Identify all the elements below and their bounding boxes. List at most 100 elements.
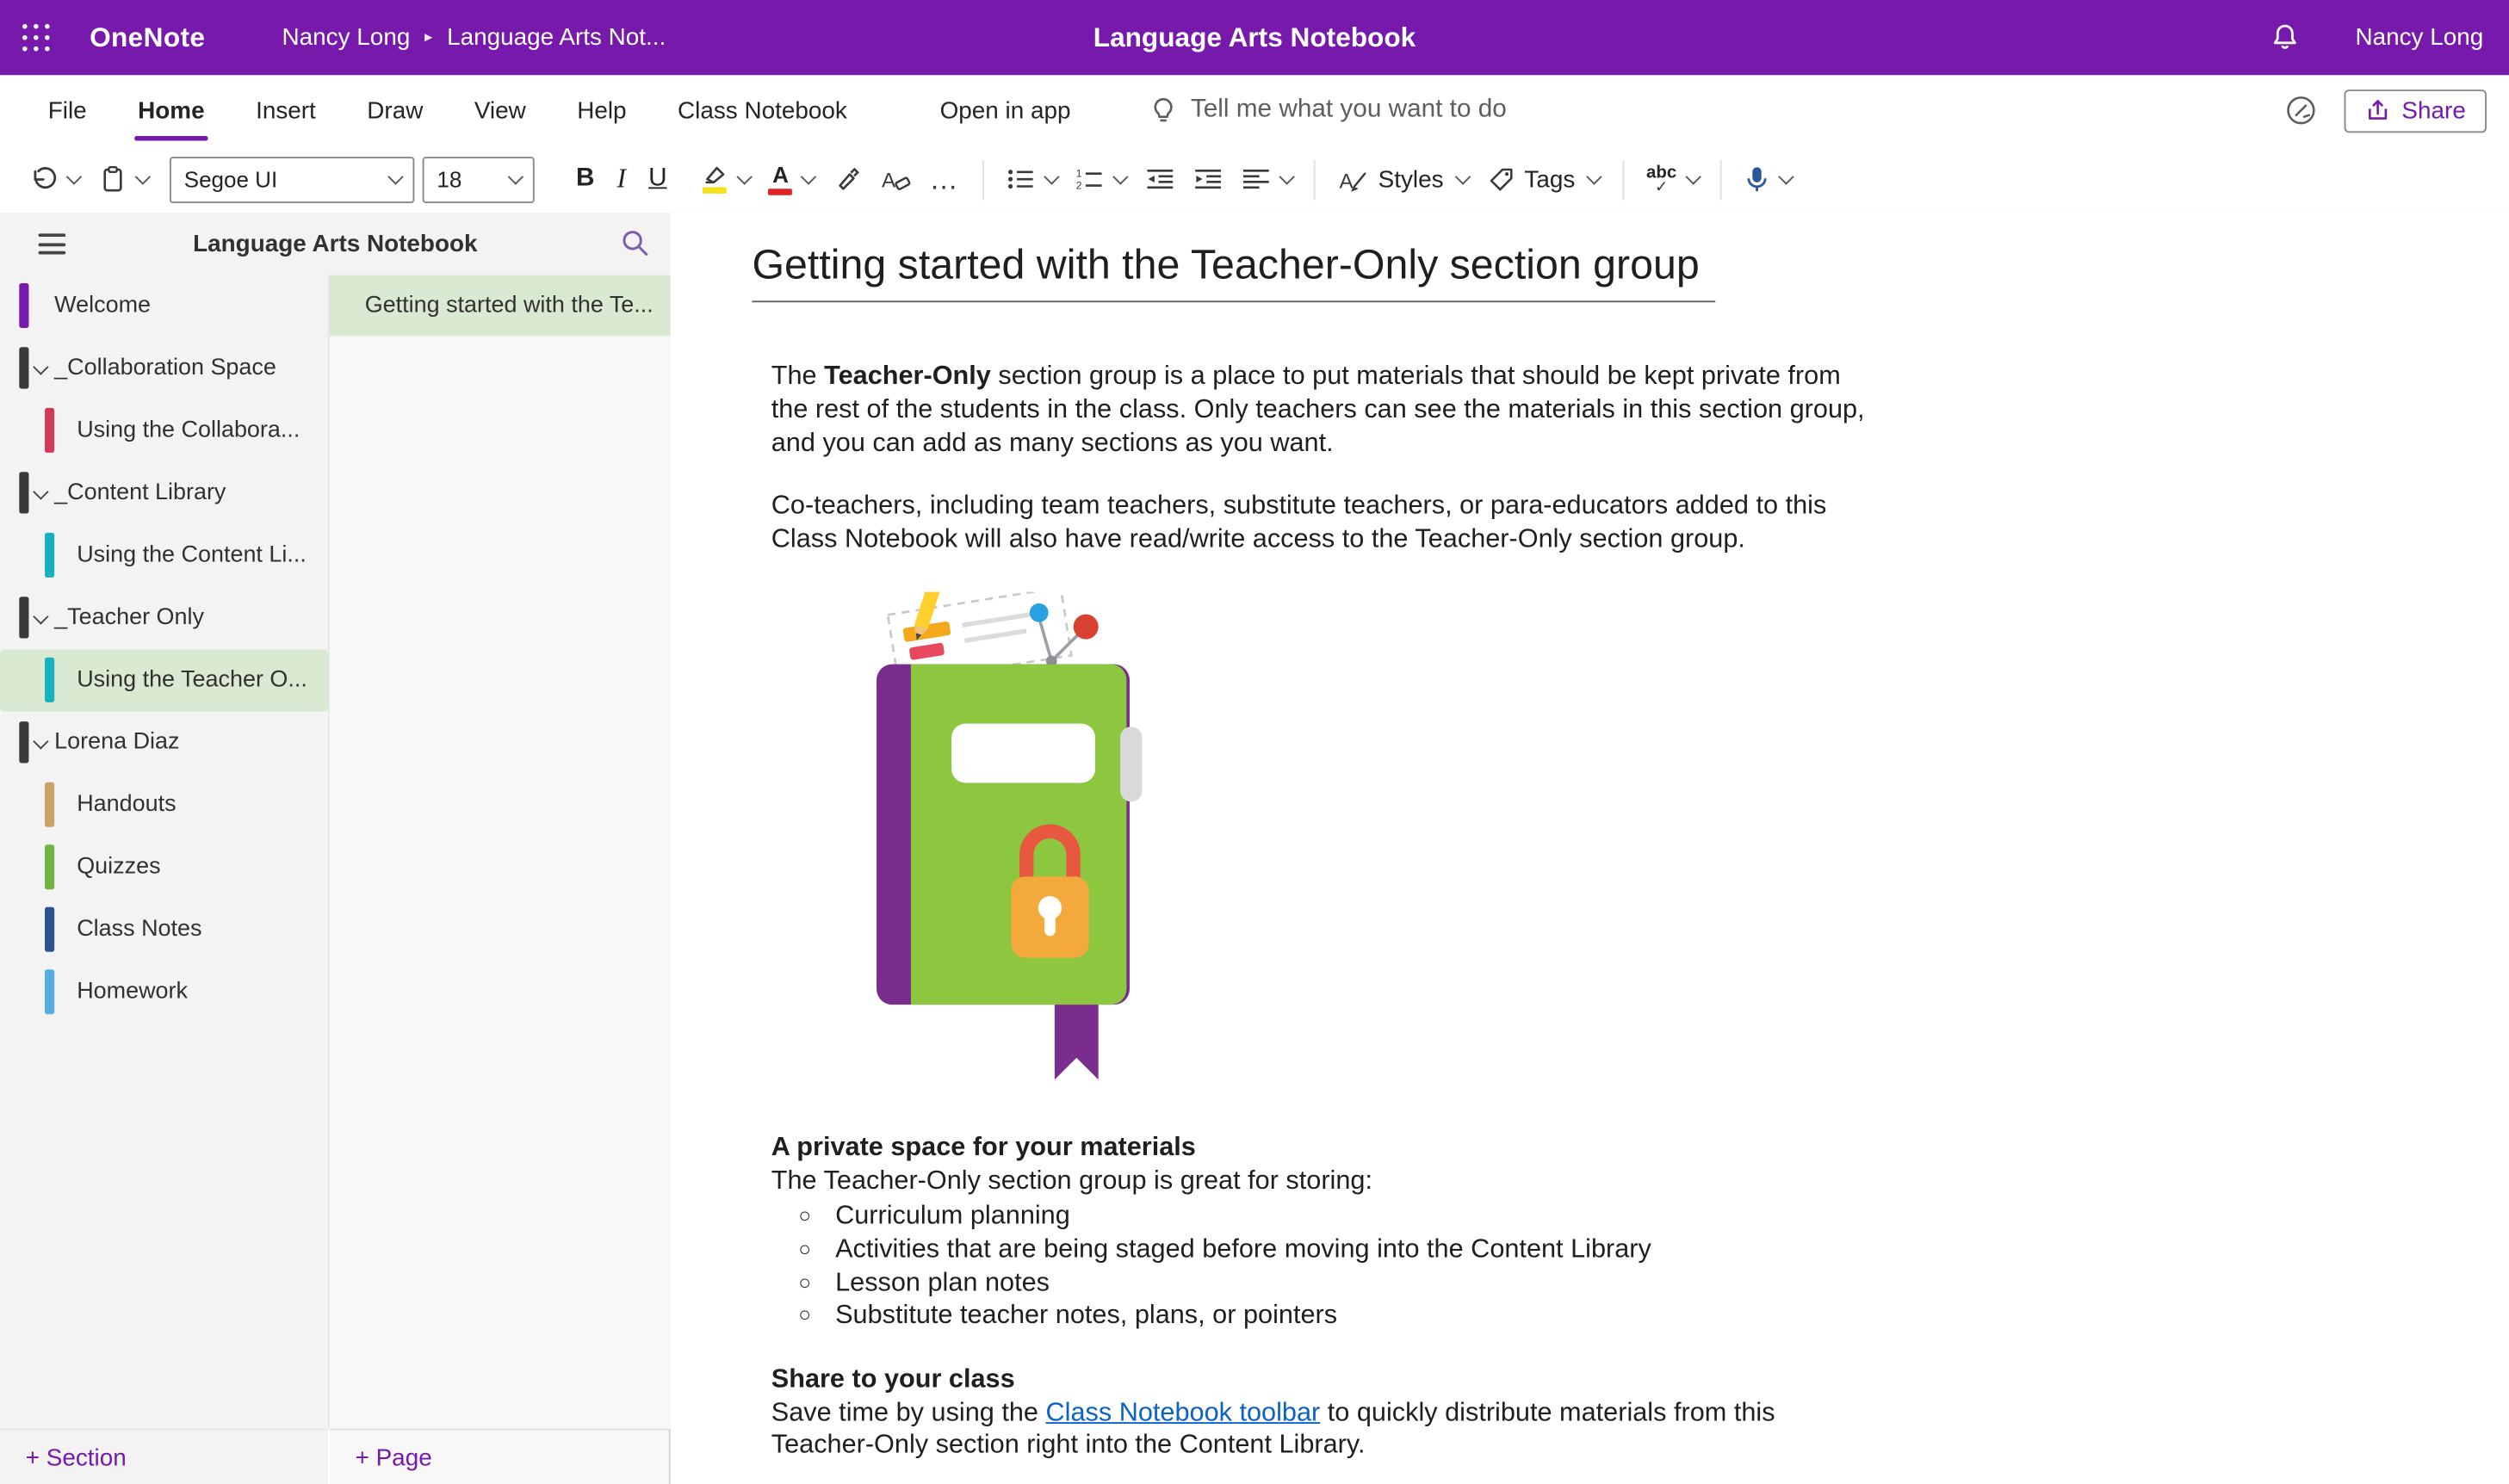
search-icon[interactable] (619, 227, 651, 259)
ellipsis-icon: … (929, 163, 959, 196)
chevron-down-icon (33, 733, 48, 749)
open-in-app-label: Open in app (940, 96, 1071, 124)
dictate-button[interactable] (1735, 155, 1801, 203)
chevron-down-icon (33, 609, 48, 624)
tab-home[interactable]: Home (112, 75, 230, 145)
sidebar-group-content-library[interactable]: _Content Library (0, 462, 328, 524)
editor-icon[interactable] (2283, 93, 2319, 128)
section-label: Handouts (77, 774, 176, 836)
section-label: Welcome (54, 275, 151, 337)
font-size-select[interactable]: 18 (423, 156, 535, 202)
font-color-button[interactable]: A (759, 155, 823, 203)
more-formatting-button[interactable]: … (920, 155, 970, 203)
circle-bullet-icon: ○ (798, 1201, 811, 1234)
share-icon (2365, 97, 2391, 123)
section-color-strip (45, 658, 54, 702)
sidebar-group-lorena-diaz[interactable]: Lorena Diaz (0, 712, 328, 774)
clear-formatting-button[interactable]: A (870, 155, 920, 203)
sidebar-section-using-teacher-only[interactable]: Using the Teacher O... (0, 650, 328, 712)
bold-button[interactable]: B (567, 155, 604, 203)
sidebar-section-welcome[interactable]: Welcome (0, 275, 328, 337)
group-label: Lorena Diaz (54, 712, 179, 774)
sidebar-section-handouts[interactable]: Handouts (0, 774, 328, 836)
tab-help[interactable]: Help (551, 75, 652, 145)
sidebar-section-using-collaboration[interactable]: Using the Collabora... (0, 400, 328, 462)
section-label: Using the Collabora... (77, 400, 300, 462)
tab-insert[interactable]: Insert (230, 75, 341, 145)
spellcheck-icon: abc ✓ (1646, 164, 1676, 194)
notifications-bell-icon[interactable] (2269, 21, 2301, 54)
sidebar-group-collaboration-space[interactable]: _Collaboration Space (0, 337, 328, 399)
tell-me-search[interactable]: Tell me what you want to do (1150, 75, 1506, 145)
page-item-getting-started[interactable]: Getting started with the Te... (330, 275, 671, 337)
add-page-button[interactable]: + Page (330, 1429, 671, 1484)
clipboard-icon (98, 164, 126, 193)
indent-icon (1193, 168, 1222, 190)
group-label: _Teacher Only (54, 587, 204, 649)
chevron-down-icon (387, 170, 402, 184)
tab-class-notebook[interactable]: Class Notebook (652, 75, 872, 145)
storing-intro: The Teacher-Only section group is great … (771, 1164, 1914, 1197)
lightbulb-icon (1150, 96, 1176, 125)
tags-button[interactable]: Tags (1478, 155, 1610, 203)
chevron-down-icon (134, 170, 149, 184)
paragraph-intro: The Teacher-Only section group is a plac… (771, 360, 1914, 460)
tab-draw[interactable]: Draw (342, 75, 449, 145)
formatting-toolbar: Segoe UI 18 B I U A (0, 145, 2509, 214)
toolbar-separator (1720, 159, 1722, 199)
page-title[interactable]: Getting started with the Teacher-Only se… (752, 240, 1715, 302)
highlight-button[interactable] (692, 155, 759, 203)
spelling-button[interactable]: abc ✓ (1637, 155, 1708, 203)
section-label: Quizzes (77, 837, 160, 899)
tab-view[interactable]: View (449, 75, 551, 145)
bulleted-list-icon (1007, 168, 1035, 190)
user-name[interactable]: Nancy Long (2355, 24, 2483, 52)
alignment-button[interactable] (1232, 155, 1302, 203)
circle-bullet-icon: ○ (798, 1266, 811, 1299)
numbered-list-button[interactable]: 1 2 (1066, 155, 1136, 203)
sidebar-group-teacher-only[interactable]: _Teacher Only (0, 587, 328, 649)
toolbar-separator (1622, 159, 1624, 199)
tell-me-label: Tell me what you want to do (1191, 96, 1507, 125)
format-painter-button[interactable] (824, 155, 870, 203)
sidebar-section-homework[interactable]: Homework (0, 962, 328, 1023)
tab-file[interactable]: File (22, 75, 112, 145)
sidebar-section-using-content-library[interactable]: Using the Content Li... (0, 525, 328, 587)
chevron-down-icon (802, 170, 816, 184)
font-name-select[interactable]: Segoe UI (170, 156, 414, 202)
underline-button[interactable]: U (639, 155, 677, 203)
outdent-button[interactable] (1136, 155, 1184, 203)
paste-button[interactable] (89, 155, 157, 203)
section-color-strip (45, 408, 54, 453)
share-button[interactable]: Share (2345, 89, 2487, 132)
sidebar-section-class-notes[interactable]: Class Notes (0, 899, 328, 961)
breadcrumb-user[interactable]: Nancy Long (282, 24, 411, 52)
class-notebook-toolbar-link[interactable]: Class Notebook toolbar (1046, 1398, 1321, 1426)
section-color-strip (45, 782, 54, 827)
breadcrumb-notebook[interactable]: Language Arts Not... (447, 24, 666, 52)
outdent-icon (1145, 168, 1174, 190)
section-label: Using the Teacher O... (77, 650, 307, 712)
app-brand[interactable]: OneNote (90, 22, 205, 53)
hamburger-menu-icon[interactable] (39, 233, 66, 254)
app-launcher-icon[interactable] (22, 24, 50, 52)
italic-button[interactable]: I (604, 155, 639, 203)
undo-button[interactable] (19, 155, 89, 203)
list-item-text: Curriculum planning (835, 1203, 1070, 1231)
group-label: _Content Library (54, 462, 226, 524)
align-left-icon (1242, 168, 1270, 190)
bulleted-list-button[interactable] (996, 155, 1066, 203)
tab-label: View (474, 96, 526, 124)
list-item: ○Activities that are being staged before… (771, 1234, 1914, 1266)
group-label: _Collaboration Space (54, 337, 276, 399)
tab-label: Help (577, 96, 626, 124)
indent-button[interactable] (1184, 155, 1232, 203)
sidebar-section-quizzes[interactable]: Quizzes (0, 837, 328, 899)
open-in-app-button[interactable]: Open in app (914, 75, 1096, 145)
tab-label: Class Notebook (678, 96, 847, 124)
styles-button[interactable]: A Styles (1329, 155, 1478, 203)
page-canvas[interactable]: Getting started with the Teacher-Only se… (671, 213, 2509, 1484)
add-section-button[interactable]: + Section (0, 1429, 328, 1484)
list-item-text: Activities that are being staged before … (835, 1235, 1651, 1264)
chevron-down-icon (66, 170, 81, 184)
